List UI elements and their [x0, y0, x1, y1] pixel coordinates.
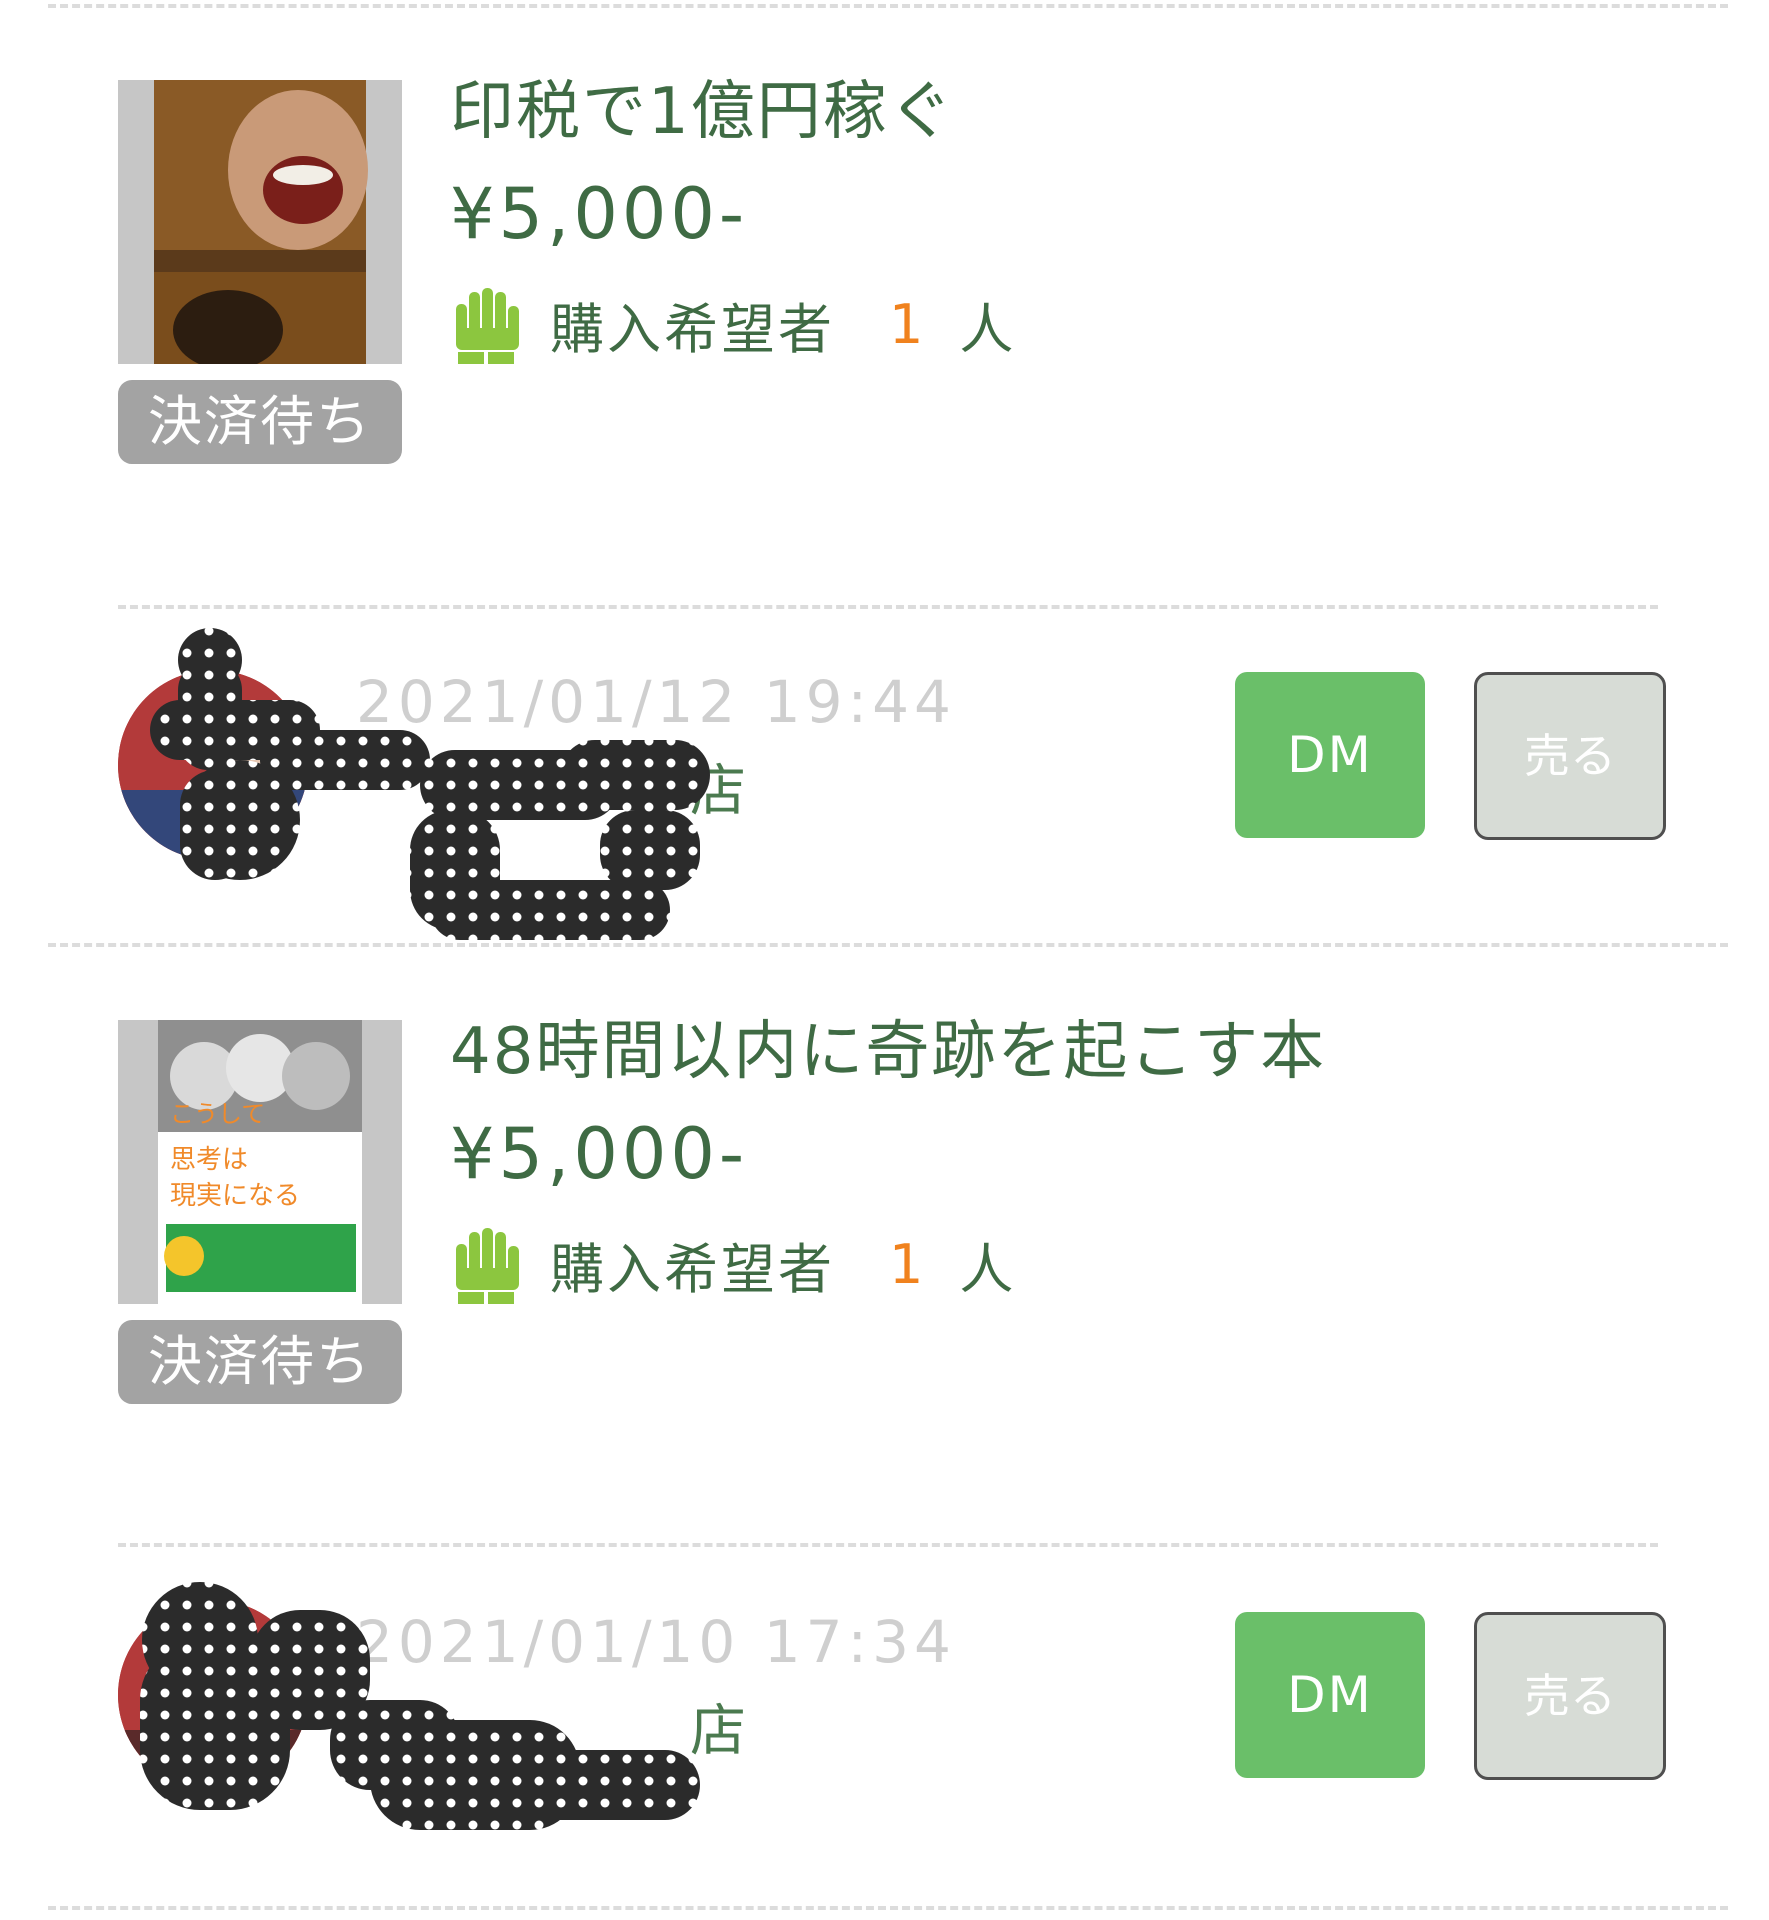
- wishers-label: 購入希望者: [550, 297, 835, 361]
- raised-hand-icon: [456, 288, 519, 364]
- buyer-date: 2021/01/10 17:34: [356, 1608, 956, 1676]
- purchase-wishers: 購入希望者 1 人: [450, 284, 1013, 364]
- wishers-unit: 人: [959, 297, 1014, 361]
- status-badge: 決済待ち: [118, 1320, 402, 1404]
- item-divider: [118, 1543, 1658, 1547]
- item-price: ¥5,000-: [450, 173, 749, 255]
- status-badge: 決済待ち: [118, 380, 402, 464]
- dm-button[interactable]: DM: [1235, 1612, 1425, 1778]
- book-cover-image[interactable]: こうして 思考は 現実になる: [118, 1020, 402, 1304]
- section-divider: [48, 943, 1728, 947]
- wishers-count: 1: [889, 292, 924, 356]
- raised-hand-icon: [456, 1228, 519, 1304]
- item-title[interactable]: 印税で1億円稼ぐ: [450, 72, 955, 152]
- buyer-row: 2021/01/12 19:44 店 DM 売る: [0, 628, 1769, 940]
- buyer-name[interactable]: 店: [356, 1686, 746, 1767]
- buyer-name[interactable]: 店: [356, 746, 746, 827]
- wishers-label: 購入希望者: [550, 1237, 835, 1301]
- sell-button[interactable]: 売る: [1474, 1612, 1666, 1780]
- buyer-row: 2021/01/10 17:34 店 DM 売る: [0, 1570, 1769, 1830]
- buyer-avatar-image[interactable]: [118, 670, 308, 860]
- item-divider: [118, 605, 1658, 609]
- svg-text:思考は: 思考は: [170, 1145, 248, 1175]
- dm-button[interactable]: DM: [1235, 672, 1425, 838]
- wishers-unit: 人: [959, 1237, 1014, 1301]
- svg-text:現実になる: 現実になる: [170, 1181, 300, 1211]
- wishers-count: 1: [889, 1232, 924, 1296]
- sell-button[interactable]: 売る: [1474, 672, 1666, 840]
- item-title[interactable]: 48時間以内に奇跡を起こす本: [450, 1012, 1326, 1092]
- svg-text:こうして: こうして: [170, 1100, 265, 1128]
- purchase-wishers: 購入希望者 1 人: [450, 1224, 1013, 1304]
- bottom-divider: [48, 1906, 1728, 1910]
- buyer-date: 2021/01/12 19:44: [356, 668, 956, 736]
- book-cover-image[interactable]: [118, 80, 402, 364]
- buyer-avatar-image[interactable]: [118, 1600, 308, 1790]
- top-divider: [48, 4, 1728, 8]
- item-price: ¥5,000-: [450, 1113, 749, 1195]
